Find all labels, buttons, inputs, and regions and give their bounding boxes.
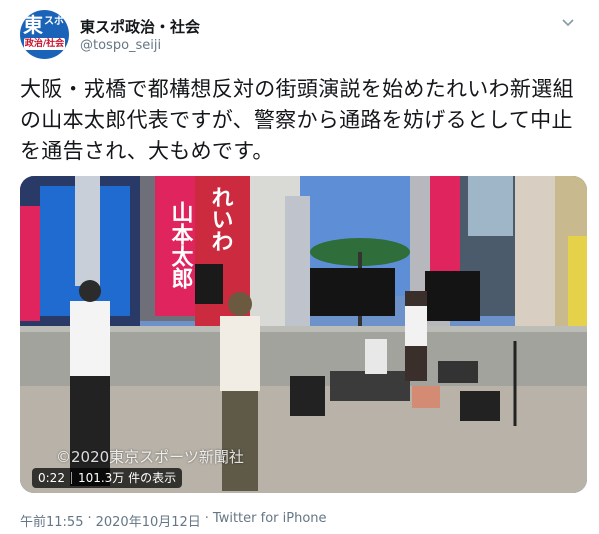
avatar-sub-text: 政治/社会 <box>24 38 65 50</box>
video-view-count: 101.3万 件の表示 <box>77 471 177 485</box>
user-handle[interactable]: @tospo_seiji <box>80 38 161 53</box>
tweet-header: 東 スポ 政治/社会 東スポ政治・社会 @tospo_seiji <box>20 10 580 62</box>
video-info-badge: 0:22 101.3万 件の表示 <box>32 468 183 488</box>
tweet-source[interactable]: Twitter for iPhone <box>213 511 327 530</box>
tweet-date[interactable]: 2020年10月12日 <box>96 511 201 530</box>
video-duration: 0:22 <box>38 471 65 485</box>
tweet-time[interactable]: 午前11:55 <box>20 511 83 530</box>
video-player[interactable]: 山本太郎 れいわ ©2020東京スポーツ新聞社 0:22 101.3万 件の表示 <box>20 176 587 493</box>
meta-separator-2: · <box>204 511 209 526</box>
badge-divider <box>70 472 72 484</box>
avatar-main-text: 東 <box>23 13 43 37</box>
tweet-meta: 午前11:55 · 2020年10月12日 · Twitter for iPho… <box>20 511 327 530</box>
tweet-text: 大阪・戎橋で都構想反対の街頭演説を始めたれいわ新選組の山本太郎代表ですが、警察か… <box>20 77 574 163</box>
banner-left-text: 山本太郎 <box>168 201 194 289</box>
display-name[interactable]: 東スポ政治・社会 <box>80 16 200 37</box>
avatar-top-text: スポ <box>44 16 64 27</box>
banner-right-text: れいわ <box>208 186 234 252</box>
chevron-down-icon[interactable] <box>560 14 576 30</box>
video-watermark: ©2020東京スポーツ新聞社 <box>56 448 244 466</box>
avatar[interactable]: 東 スポ 政治/社会 <box>20 10 69 59</box>
meta-separator: · <box>87 511 92 526</box>
